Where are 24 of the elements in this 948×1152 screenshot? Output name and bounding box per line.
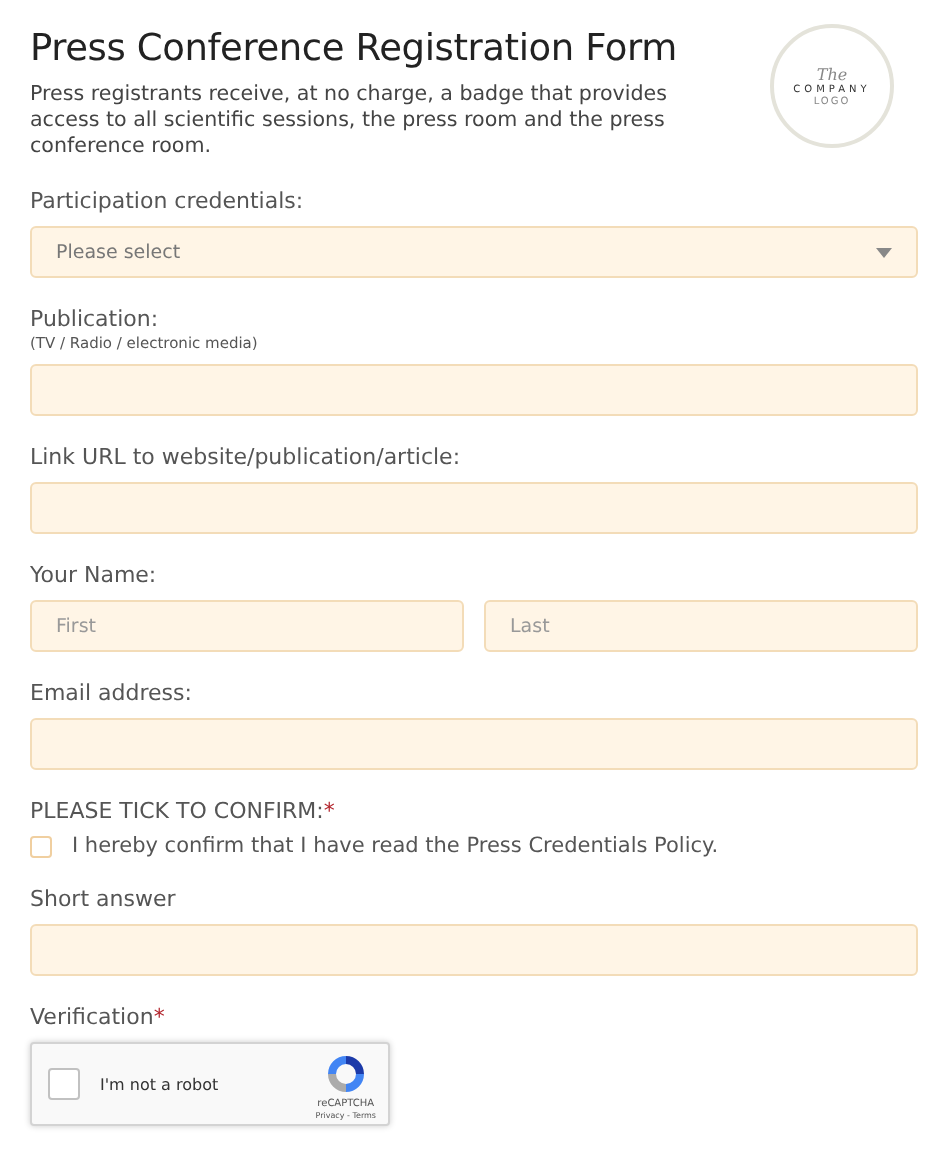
- checkbox[interactable]: [30, 835, 52, 857]
- field-label: Verification*: [30, 1004, 167, 1030]
- field-label: PLEASE TICK TO CONFIRM:*: [30, 798, 337, 824]
- input-field[interactable]: [30, 924, 918, 976]
- form-title: Press Conference Registration Form: [30, 28, 679, 70]
- checkbox-label: I hereby confirm that I have read the Press Credentials Policy.: [72, 834, 719, 858]
- input-field[interactable]: [30, 482, 918, 534]
- field-label: Email address:: [30, 680, 194, 706]
- required-asterisk: *: [153, 1004, 165, 1030]
- dropdown[interactable]: Please select: [30, 226, 918, 278]
- input-field[interactable]: First: [30, 600, 464, 652]
- field-label: Link URL to website/publication/article:: [30, 444, 463, 470]
- input-field[interactable]: [30, 364, 918, 416]
- field-label: Short answer: [30, 886, 178, 912]
- input-field[interactable]: [30, 718, 918, 770]
- field-label: Participation credentials:: [30, 188, 306, 214]
- caret-icon: [876, 247, 892, 257]
- captcha-label: I'm not a robot: [100, 1075, 221, 1093]
- checkbox[interactable]: [48, 1068, 80, 1100]
- form-description: Press registrants receive, at no charge, a badge that provides access to all scientific sessions, the press room and the press conference room.: [30, 82, 669, 160]
- field-label: Your Name:: [30, 562, 159, 588]
- required-asterisk: *: [323, 798, 335, 824]
- field-label: Publication:: [30, 306, 161, 332]
- input-field[interactable]: Last: [484, 600, 918, 652]
